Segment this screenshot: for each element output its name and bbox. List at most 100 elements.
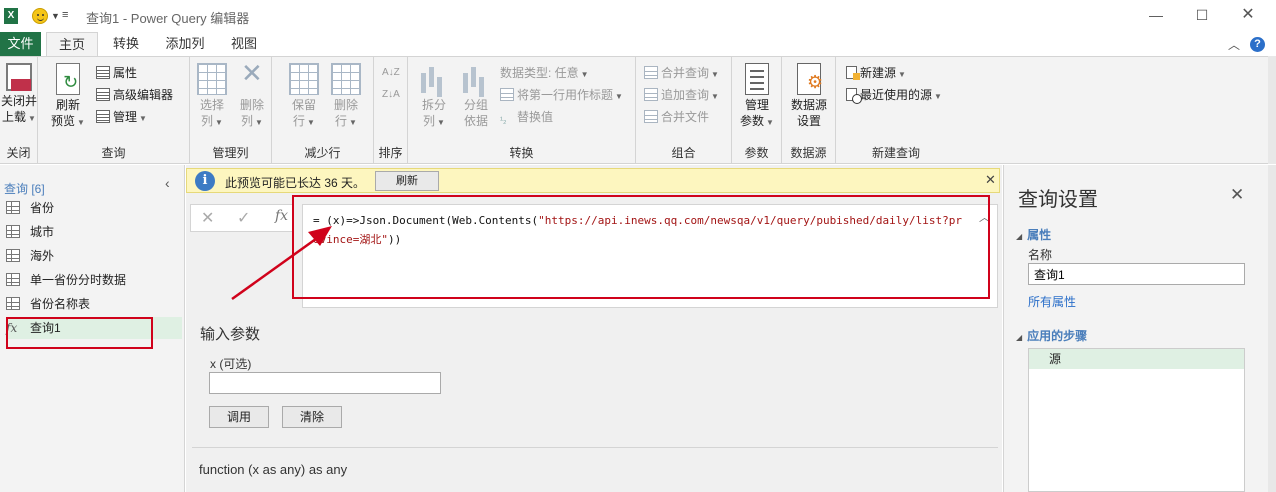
applied-steps-section-header[interactable]: ◢ 应用的步骤 [1016,327,1087,344]
combine-files-label: 合并文件 [661,110,710,124]
close-load-label-1: 关闭并 [0,94,37,108]
window-title: 查询1 - Power Query 编辑器 [86,11,250,26]
refresh-preview-button[interactable]: 刷新 预览▼ [48,63,88,131]
data-type-dropdown[interactable]: 数据类型: 任意 ▼ [500,63,589,83]
properties-label: 属性 [113,66,138,80]
group-label-new-query: 新建查询 [871,146,920,160]
combine-files-button[interactable]: 合并文件 [644,107,709,127]
tab-transform[interactable]: 转换 [104,32,148,56]
help-icon[interactable]: ? [1250,37,1265,52]
group-label-close: 关闭 [6,146,31,160]
close-and-load-button[interactable]: 关闭并 上载 ▼ [0,63,38,127]
query-item-provinces[interactable]: 省份 [6,197,182,219]
remove-columns-label-1: 删除 [239,98,264,112]
query-label: 城市 [30,225,55,239]
applied-steps-list: 源 [1028,348,1245,492]
recent-sources-button[interactable]: 最近使用的源 ▼ [846,85,942,105]
all-properties-link[interactable]: 所有属性 [1028,293,1076,310]
split-column-button[interactable]: 拆分 列 ▼ [416,63,452,131]
choose-columns-label-1: 选择 [199,98,224,112]
group-by-label-2: 依据 [463,114,488,128]
merge-queries-icon [644,66,658,79]
new-source-button[interactable]: 新建源 ▼ [846,63,906,83]
properties-header-label: 属性 [1027,228,1052,242]
input-parameters-title: 输入参数 [200,326,261,343]
merge-queries-button[interactable]: 合并查询 ▼ [644,63,719,83]
data-source-settings-icon [797,63,823,95]
properties-button[interactable]: 属性 [96,63,137,83]
combine-files-icon [644,110,658,123]
data-source-settings-button[interactable]: 数据源 设置 [786,63,832,129]
new-source-label: 新建源 [860,66,897,80]
group-by-button[interactable]: 分组 依据 [458,63,494,129]
table-icon [6,273,20,286]
keep-rows-icon [289,63,319,95]
query-name-input[interactable] [1028,263,1245,285]
manage-button[interactable]: 管理 ▼ [96,107,147,127]
group-manage-columns: 选择 列▼ 删除 列▼ 管理列 [190,57,272,164]
chevron-down-icon[interactable]: ▼ [51,11,60,21]
applied-step-source[interactable]: 源 [1029,349,1244,369]
parameter-x-label: x (可选) [210,357,252,371]
table-icon [6,297,20,310]
table-icon [6,225,20,238]
group-label-query: 查询 [101,146,126,160]
minimize-button[interactable]: — [1136,4,1176,26]
choose-columns-button[interactable]: 选择 列 ▼ [194,63,230,131]
merge-queries-label: 合并查询 [661,66,710,80]
right-scrollbar[interactable] [1268,165,1276,492]
maximize-button[interactable]: ☐ [1182,4,1222,26]
query-item-cities[interactable]: 城市 [6,221,182,243]
refresh-button[interactable]: 刷新 [375,171,439,191]
manage-icon [96,110,110,123]
table-icon [6,249,20,262]
remove-rows-button[interactable]: 删除 行 ▼ [328,63,364,131]
clear-button[interactable]: 清除 [282,406,342,428]
commit-formula-icon[interactable]: ✓ [237,208,250,228]
manage-parameters-button[interactable]: 管理 参数 ▼ [736,63,778,131]
info-icon: i [195,171,215,191]
data-type-label: 数据类型: 任意 [500,66,579,80]
customize-toolbar-icon[interactable]: ≡ [62,9,68,21]
close-icon[interactable]: ✕ [985,172,996,188]
smiley-feedback-icon[interactable] [32,8,48,24]
close-icon[interactable]: ✕ [1230,185,1244,205]
group-by-label-1: 分组 [463,98,488,112]
refresh-icon [56,63,80,95]
fx-icon[interactable]: fx [275,208,288,224]
title-bar: X ▼ ≡ 查询1 - Power Query 编辑器 — ☐ ✕ [0,0,1276,32]
invoke-button[interactable]: 调用 [209,406,269,428]
close-window-button[interactable]: ✕ [1228,4,1268,26]
advanced-editor-button[interactable]: 高级编辑器 [96,85,173,105]
collapse-triangle-icon: ◢ [1016,232,1023,241]
query-item-single-province-timeseries[interactable]: 单一省份分时数据 [6,269,182,291]
tab-view[interactable]: 视图 [222,32,266,56]
remove-columns-button[interactable]: 删除 列▼ [234,63,270,131]
group-query: 刷新 预览▼ 属性 高级编辑器 管理▼ 查询 [38,57,190,164]
parameter-x-input[interactable] [209,372,441,394]
collapse-ribbon-icon[interactable]: ︿ [1228,36,1240,53]
tab-home[interactable]: 主页 [46,32,98,57]
cancel-formula-icon[interactable]: ✕ [201,208,214,228]
use-first-row-header-button[interactable]: 将第一行用作标题 ▼ [500,85,623,105]
ribbon-scrollbar[interactable] [1268,56,1276,164]
refresh-label-1: 刷新 [55,98,80,112]
keep-rows-button[interactable]: 保留 行 ▼ [286,63,322,131]
append-queries-button[interactable]: 追加查询 ▼ [644,85,719,105]
formula-tools: ✕ ✓ fx [190,204,294,232]
group-by-icon [461,63,491,95]
query-label: 海外 [30,249,55,263]
query-item-overseas[interactable]: 海外 [6,245,182,267]
tab-file[interactable]: 文件 [0,32,41,56]
query-item-province-names[interactable]: 省份名称表 [6,293,182,315]
formula-highlight [292,195,990,299]
collapse-pane-icon[interactable]: ‹ [165,175,170,191]
recent-sources-label: 最近使用的源 [860,88,933,102]
sort-ascending-button[interactable]: A↓Z [382,63,400,83]
excel-logo-icon: X [4,8,18,24]
sort-descending-button[interactable]: Z↓A [382,85,400,105]
replace-values-button[interactable]: ¹₂ 替换值 [500,107,553,127]
properties-section-header[interactable]: ◢ 属性 [1016,226,1051,243]
group-transform: 拆分 列 ▼ 分组 依据 数据类型: 任意 ▼ 将第一行用作标题 ▼ ¹₂ 替换值 转换 [408,57,636,164]
tab-add-column[interactable]: 添加列 [158,32,212,56]
